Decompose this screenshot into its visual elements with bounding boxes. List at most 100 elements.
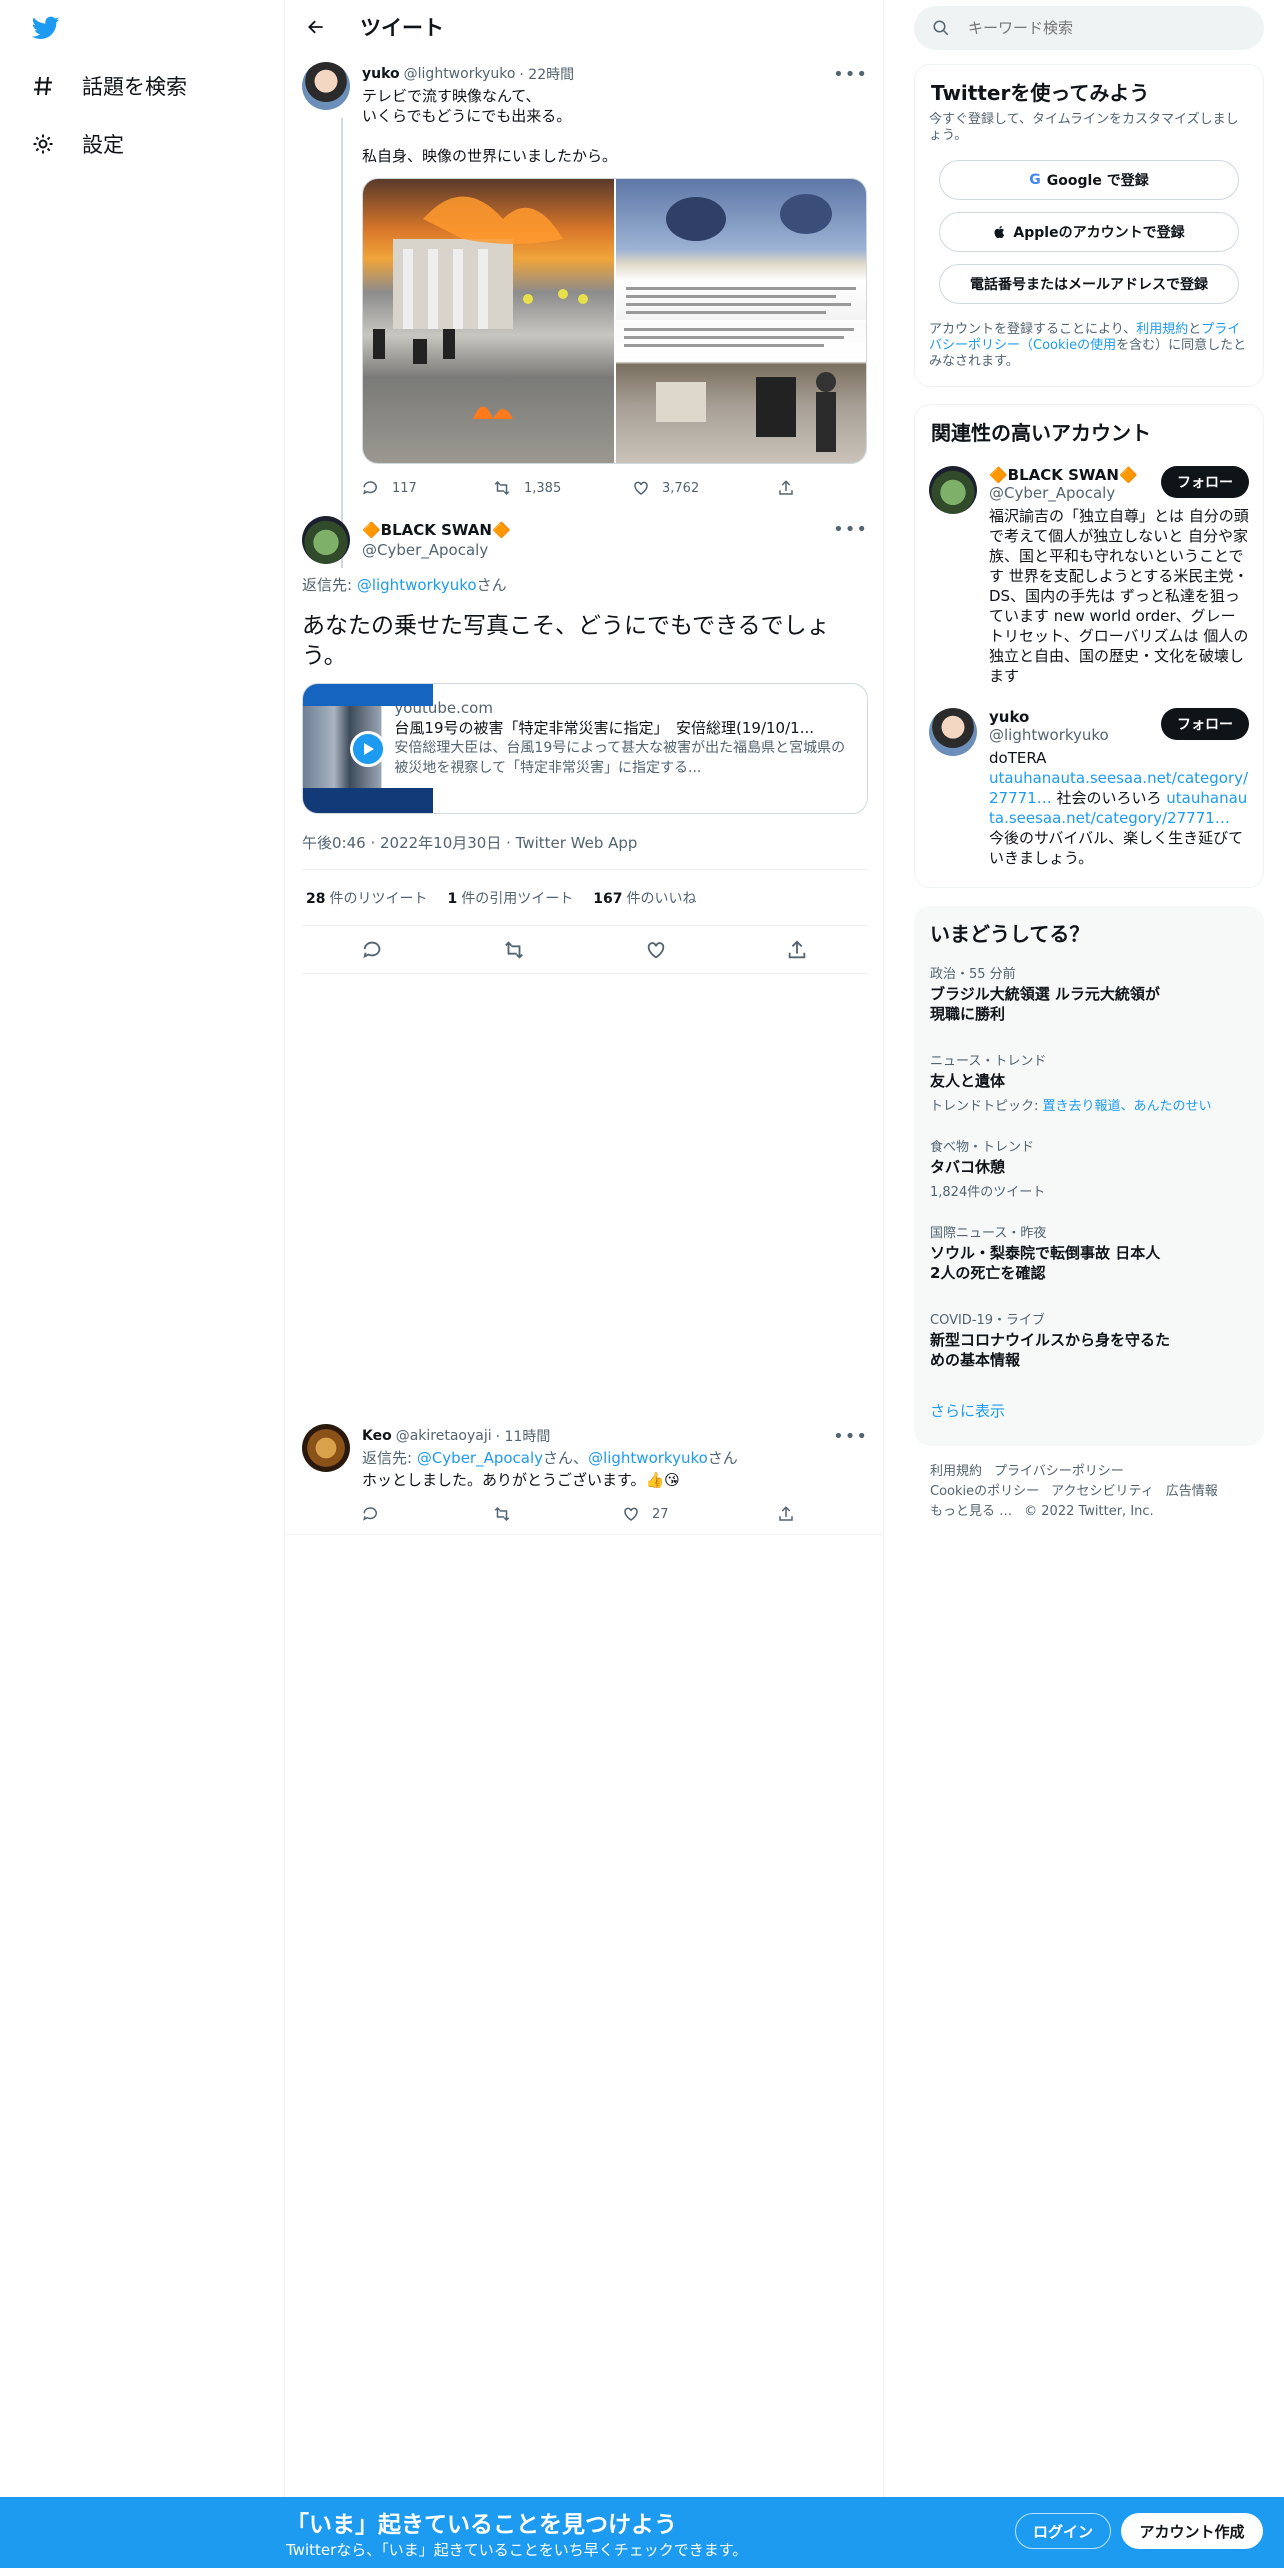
nav-explore[interactable]: 話題を検索: [30, 66, 187, 106]
account-handle[interactable]: @Cyber_Apocaly: [989, 484, 1138, 502]
thread-line: [341, 118, 343, 568]
share-button[interactable]: [786, 939, 808, 961]
trend-item[interactable]: 食べ物・トレンド タバコ休憩 1,824件のツイート: [914, 1136, 1264, 1200]
reply-prefix: 返信先:: [362, 1449, 417, 1467]
footer-copyright: © 2022 Twitter, Inc.: [1024, 1504, 1154, 1519]
focused-actions: [302, 926, 868, 974]
reply-to-link[interactable]: @lightworkyuko: [357, 576, 477, 594]
trend-context: ニュース・トレンド: [930, 1054, 1047, 1069]
footer-more-link[interactable]: もっと見る …: [930, 1504, 1012, 1519]
account-item[interactable]: 🔶BLACK SWAN🔶 @Cyber_Apocaly フォロー 福沢諭吉の「独…: [915, 466, 1263, 686]
more-icon[interactable]: •••: [833, 1426, 868, 1447]
cookie-link[interactable]: （Cookieの使用: [1020, 338, 1116, 353]
footer-ads-link[interactable]: 広告情報: [1166, 1484, 1218, 1499]
avatar[interactable]: [302, 1424, 350, 1472]
retweet-button[interactable]: [492, 1505, 622, 1523]
author-handle[interactable]: @akiretaoyaji: [396, 1428, 492, 1444]
link-card[interactable]: youtube.com 台風19号の被害「特定非常災害に指定」 安倍総理(19/…: [302, 683, 868, 814]
bio-text: doTERA: [989, 749, 1047, 767]
google-signup-button[interactable]: G Google で登録: [939, 160, 1239, 200]
author-name[interactable]: Keo: [362, 1428, 392, 1444]
trend-topic-link[interactable]: 置き去り報道、あんたのせい: [1043, 1099, 1212, 1114]
tweet-time[interactable]: · 11時間: [496, 1426, 551, 1446]
phone-email-signup-button[interactable]: 電話番号またはメールアドレスで登録: [939, 264, 1239, 304]
reply-icon: [363, 941, 381, 958]
reply-button[interactable]: 117: [362, 479, 492, 497]
footer-accessibility-link[interactable]: アクセシビリティ: [1051, 1484, 1154, 1499]
like-count: 27: [652, 1506, 669, 1522]
avatar[interactable]: [302, 62, 350, 110]
share-button[interactable]: [777, 479, 795, 497]
search-box[interactable]: [914, 6, 1264, 50]
share-button[interactable]: [777, 1505, 795, 1523]
like-stat[interactable]: 167 件のいいね: [593, 888, 696, 908]
trend-item[interactable]: COVID-19・ライブ 新型コロナウイルスから身を守るための基本情報: [914, 1309, 1264, 1370]
card-title: 台風19号の被害「特定非常災害に指定」 安倍総理(19/10/1...: [394, 719, 814, 737]
terms-link[interactable]: 利用規約: [1136, 322, 1188, 337]
twitter-logo-icon[interactable]: [30, 14, 66, 44]
media-photo-1[interactable]: [363, 179, 614, 463]
trend-context: 国際ニュース・昨夜: [930, 1226, 1047, 1241]
tweet-media-grid[interactable]: [362, 178, 867, 464]
account-item[interactable]: yuko @lightworkyuko フォロー doTERA utauhana…: [915, 708, 1263, 868]
tweet-parent[interactable]: yuko @lightworkyuko · 22時間 ••• テレビで流す映像な…: [302, 62, 868, 568]
related-title: 関連性の高いアカウント: [931, 421, 1151, 445]
follow-button[interactable]: フォロー: [1161, 466, 1249, 498]
related-accounts-panel: 関連性の高いアカウント 🔶BLACK SWAN🔶 @Cyber_Apocaly …: [914, 404, 1264, 888]
gear-icon: [30, 131, 56, 157]
reply-to-link[interactable]: @lightworkyuko: [588, 1449, 708, 1467]
media-photo-3[interactable]: [615, 322, 866, 463]
login-button[interactable]: ログイン: [1015, 2513, 1111, 2549]
trend-item[interactable]: ニュース・トレンド 友人と遺体 トレンドトピック: 置き去り報道、あんたのせい: [914, 1050, 1264, 1114]
hashtag-icon: [30, 73, 56, 99]
author-name[interactable]: 🔶BLACK SWAN🔶: [362, 520, 511, 540]
reply-button[interactable]: [362, 939, 384, 961]
account-handle[interactable]: @lightworkyuko: [989, 726, 1109, 744]
footer-privacy-link[interactable]: プライバシーポリシー: [994, 1464, 1124, 1479]
account-name[interactable]: 🔶BLACK SWAN🔶: [989, 466, 1138, 484]
search-input[interactable]: [968, 19, 1228, 37]
trend-name: ブラジル大統領選 ルラ元大統領が現職に勝利: [930, 985, 1160, 1023]
page-title: ツイート: [360, 16, 444, 40]
back-arrow-icon[interactable]: [302, 13, 330, 41]
author-handle[interactable]: @lightworkyuko: [404, 66, 516, 82]
apple-signup-button[interactable]: Appleのアカウントで登録: [939, 212, 1239, 252]
google-icon: G: [1029, 172, 1041, 188]
reply-to-link[interactable]: @Cyber_Apocaly: [417, 1449, 543, 1467]
footer-cookie-link[interactable]: Cookieのポリシー: [930, 1484, 1039, 1499]
like-button[interactable]: [645, 939, 667, 961]
more-icon[interactable]: •••: [833, 64, 868, 85]
trend-item[interactable]: 国際ニュース・昨夜 ソウル・梨泰院で転倒事故 日本人2人の死亡を確認: [914, 1222, 1264, 1283]
account-name[interactable]: yuko: [989, 708, 1109, 726]
author-handle[interactable]: @Cyber_Apocaly: [362, 540, 868, 560]
footer-terms-link[interactable]: 利用規約: [930, 1464, 982, 1479]
follow-button[interactable]: フォロー: [1161, 708, 1249, 740]
bottom-signup-bar: 「いま」起きていることを見つけよう Twitterなら、「いま」起きていることを…: [0, 2497, 1284, 2568]
media-photo-2[interactable]: [615, 179, 866, 320]
avatar[interactable]: [302, 516, 350, 564]
author-name[interactable]: yuko: [362, 66, 400, 82]
tweet-reply[interactable]: Keo @akiretaoyaji · 11時間 ••• 返信先: @Cyber…: [302, 1424, 868, 1528]
nav-settings[interactable]: 設定: [30, 124, 124, 164]
reply-button[interactable]: [362, 1505, 492, 1523]
like-button[interactable]: 3,762: [632, 479, 777, 497]
tweet-timestamp[interactable]: 午後0:46 · 2022年10月30日 · Twitter Web App: [302, 832, 868, 870]
avatar[interactable]: [929, 708, 977, 756]
quote-stat[interactable]: 1 件の引用ツイート: [447, 888, 573, 908]
share-icon: [779, 1506, 793, 1521]
trend-sub: トレンドトピック: 置き去り報道、あんたのせい: [930, 1095, 1248, 1114]
show-more-link[interactable]: さらに表示: [914, 1400, 1264, 1421]
retweet-stat[interactable]: 28 件のリツイート: [306, 888, 427, 908]
avatar[interactable]: [929, 466, 977, 514]
card-description: 安倍総理大臣は、台風19号によって甚大な被害が出た福島県と宮城県の被災地を視察し…: [394, 740, 846, 776]
bottom-subtext: Twitterなら、「いま」起きていることをいち早くチェックできます。: [286, 2541, 748, 2559]
retweet-button[interactable]: 1,385: [492, 479, 632, 497]
tweet-time[interactable]: · 22時間: [519, 64, 574, 84]
like-stat-label: 件のいいね: [626, 890, 697, 907]
trend-item[interactable]: 政治・55 分前 ブラジル大統領選 ルラ元大統領が現職に勝利: [914, 963, 1264, 1024]
like-button[interactable]: 27: [622, 1505, 777, 1523]
more-icon[interactable]: •••: [833, 520, 868, 540]
signup-button[interactable]: アカウント作成: [1121, 2513, 1263, 2549]
reply-prefix: 返信先:: [302, 576, 357, 594]
retweet-button[interactable]: [503, 939, 525, 961]
